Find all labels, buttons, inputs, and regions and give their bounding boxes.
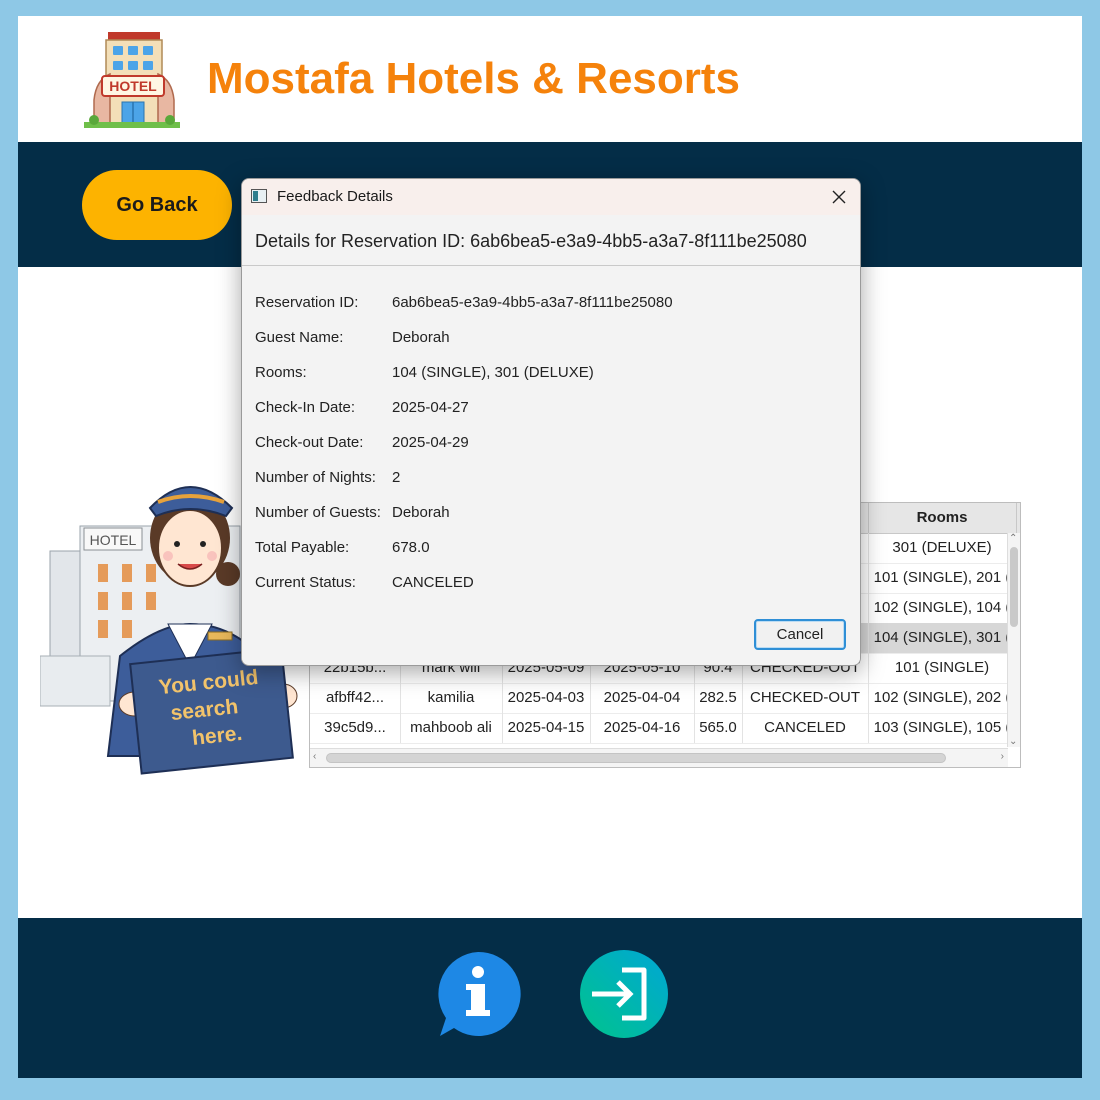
table-cell-checkin: 2025-04-15 bbox=[502, 713, 591, 743]
field-value-check-in: 2025-04-27 bbox=[392, 399, 469, 416]
scroll-right-icon[interactable]: › bbox=[1001, 751, 1004, 762]
window-icon bbox=[251, 189, 267, 203]
logout-icon[interactable] bbox=[578, 948, 670, 1040]
field-label-rooms: Rooms: bbox=[255, 364, 307, 381]
logo-sign-text: HOTEL bbox=[109, 78, 157, 94]
table-cell-rooms: 301 (DELUXE) bbox=[868, 533, 1017, 563]
table-row[interactable]: afbff42... kamilia 2025-04-03 2025-04-04 282… bbox=[310, 683, 1017, 714]
field-label-status: Current Status: bbox=[255, 574, 356, 591]
field-label-guest-name: Guest Name: bbox=[255, 329, 344, 346]
close-icon[interactable] bbox=[818, 179, 860, 215]
table-cell-id: afbff42... bbox=[310, 683, 401, 713]
dialog-header: Details for Reservation ID: 6ab6bea5-e3a… bbox=[242, 215, 860, 266]
table-cell-rooms: 102 (SINGLE), 202 ( bbox=[868, 683, 1017, 713]
table-cell-checkout: 2025-04-04 bbox=[590, 683, 695, 713]
field-value-total-payable: 678.0 bbox=[392, 539, 430, 556]
field-value-guest-name: Deborah bbox=[392, 329, 450, 346]
header: HOTEL Mostafa Hotels & Resorts bbox=[18, 16, 1082, 142]
hotel-logo-icon: HOTEL bbox=[80, 28, 184, 132]
table-cell-rooms: 103 (SINGLE), 105 ( bbox=[868, 713, 1017, 743]
dialog-titlebar[interactable]: Feedback Details bbox=[242, 179, 860, 215]
feedback-details-dialog: Feedback Details Details for Reservation… bbox=[241, 178, 861, 666]
brand-title: Mostafa Hotels & Resorts bbox=[207, 54, 741, 103]
table-cell-rooms: 101 (SINGLE) bbox=[868, 653, 1017, 683]
dialog-window-title: Feedback Details bbox=[277, 188, 393, 205]
scroll-left-icon[interactable]: ‹ bbox=[313, 751, 316, 762]
col-header-rooms[interactable]: Rooms bbox=[868, 503, 1017, 533]
table-cell-total: 282.5 bbox=[694, 683, 743, 713]
table-cell-guest: mahboob ali bbox=[400, 713, 503, 743]
table-cell-status: CHECKED-OUT bbox=[742, 683, 869, 713]
dialog-body: Reservation ID: 6ab6bea5-e3a9-4bb5-a3a7-… bbox=[242, 266, 860, 664]
field-label-nights: Number of Nights: bbox=[255, 469, 376, 486]
field-label-check-in: Check-In Date: bbox=[255, 399, 356, 416]
scroll-up-icon[interactable]: ⌃ bbox=[1009, 533, 1017, 544]
table-cell-guest: kamilia bbox=[400, 683, 503, 713]
field-value-nights: 2 bbox=[392, 469, 401, 486]
table-horizontal-scrollbar[interactable]: ‹ › bbox=[310, 748, 1008, 767]
field-label-reservation-id: Reservation ID: bbox=[255, 294, 359, 311]
field-value-rooms: 104 (SINGLE), 301 (DELUXE) bbox=[392, 364, 594, 381]
table-row[interactable]: 39c5d9... mahboob ali 2025-04-15 2025-04-16… bbox=[310, 713, 1017, 744]
table-cell-rooms: 102 (SINGLE), 104 ( bbox=[868, 593, 1017, 623]
info-icon[interactable] bbox=[432, 948, 524, 1040]
building-sign-text: HOTEL bbox=[90, 532, 137, 548]
field-value-guests: Deborah bbox=[392, 504, 450, 521]
go-back-button[interactable]: Go Back bbox=[82, 170, 232, 240]
field-value-reservation-id: 6ab6bea5-e3a9-4bb5-a3a7-8f111be25080 bbox=[392, 294, 673, 311]
field-label-check-out: Check-out Date: bbox=[255, 434, 364, 451]
field-value-check-out: 2025-04-29 bbox=[392, 434, 469, 451]
field-label-total-payable: Total Payable: bbox=[255, 539, 350, 556]
cancel-button[interactable]: Cancel bbox=[754, 619, 846, 650]
table-cell-total: 565.0 bbox=[694, 713, 743, 743]
scroll-down-icon[interactable]: ⌄ bbox=[1009, 736, 1017, 747]
table-cell-checkout: 2025-04-16 bbox=[590, 713, 695, 743]
table-cell-status: CANCELED bbox=[742, 713, 869, 743]
table-cell-checkin: 2025-04-03 bbox=[502, 683, 591, 713]
table-cell-id: 39c5d9... bbox=[310, 713, 401, 743]
dialog-header-text: Details for Reservation ID: 6ab6bea5-e3a… bbox=[255, 231, 807, 251]
table-vertical-scrollbar[interactable]: ⌃ ⌄ bbox=[1007, 533, 1020, 747]
footer bbox=[18, 918, 1082, 1078]
table-cell-rooms: 101 (SINGLE), 201 ( bbox=[868, 563, 1017, 593]
field-value-status: CANCELED bbox=[392, 574, 474, 591]
vertical-scroll-thumb[interactable] bbox=[1010, 547, 1018, 627]
horizontal-scroll-thumb[interactable] bbox=[326, 753, 946, 763]
field-label-guests: Number of Guests: bbox=[255, 504, 381, 521]
table-cell-rooms: 104 (SINGLE), 301 ( bbox=[868, 623, 1017, 653]
